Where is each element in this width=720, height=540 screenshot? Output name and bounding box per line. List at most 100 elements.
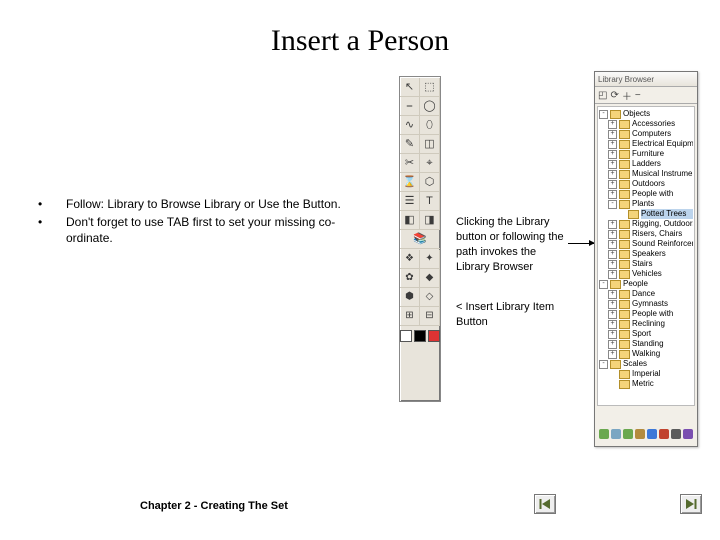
library-thumbnail[interactable]	[647, 429, 657, 439]
expand-icon[interactable]: +	[608, 170, 617, 179]
tree-node[interactable]: +Reclining	[599, 319, 693, 329]
tool-button[interactable]: ◧	[400, 211, 420, 230]
library-thumbnail[interactable]	[683, 429, 693, 439]
expand-icon[interactable]: +	[608, 220, 617, 229]
tree-node[interactable]: +Rigging, Outdoors	[599, 219, 693, 229]
tree-node[interactable]: -Plants	[599, 199, 693, 209]
tool-button[interactable]: ◯	[420, 97, 440, 116]
expand-icon[interactable]: +	[608, 350, 617, 359]
tool-button[interactable]: ⬚	[420, 78, 440, 97]
tree-node[interactable]: +Accessories	[599, 119, 693, 129]
toolbar-button[interactable]: ＋	[622, 88, 632, 103]
tree-node[interactable]: +Sound Reinforcement	[599, 239, 693, 249]
tree-node[interactable]: -Scales	[599, 359, 693, 369]
nav-next-button[interactable]	[680, 494, 702, 514]
tool-button[interactable]: ∿	[400, 116, 420, 135]
expand-icon[interactable]: +	[608, 150, 617, 159]
tree-node[interactable]: +Electrical Equipment	[599, 139, 693, 149]
tool-button[interactable]: ⬡	[420, 173, 440, 192]
tree-node[interactable]: -People	[599, 279, 693, 289]
expand-icon[interactable]: +	[608, 130, 617, 139]
folder-icon	[619, 320, 630, 329]
tree-node[interactable]: +People with	[599, 189, 693, 199]
caption-insert-button: < Insert Library Item Button	[456, 300, 581, 330]
expand-icon[interactable]: +	[608, 260, 617, 269]
expand-icon[interactable]: +	[608, 250, 617, 259]
tree-node[interactable]: +Speakers	[599, 249, 693, 259]
tool-button[interactable]: ⊟	[420, 307, 440, 326]
tree-node[interactable]: +Stairs	[599, 259, 693, 269]
swatch[interactable]	[400, 330, 412, 342]
expand-icon[interactable]: +	[608, 140, 617, 149]
nav-prev-button[interactable]	[534, 494, 556, 514]
tree-node[interactable]: +Dance	[599, 289, 693, 299]
tool-button[interactable]: ☰	[400, 192, 420, 211]
tool-button[interactable]: ⌖	[420, 154, 440, 173]
tool-button[interactable]: ✦	[420, 250, 440, 269]
insert-library-item-button[interactable]: 📚	[400, 230, 440, 249]
toolbar-button[interactable]: −	[635, 90, 641, 101]
library-thumbnail[interactable]	[599, 429, 609, 439]
expand-icon[interactable]: +	[608, 190, 617, 199]
tool-button[interactable]: ⌛	[400, 173, 420, 192]
tree-node[interactable]: +Musical Instruments	[599, 169, 693, 179]
swatch[interactable]	[414, 330, 426, 342]
tool-button[interactable]: ⊞	[400, 307, 420, 326]
tree-node[interactable]: +Outdoors	[599, 179, 693, 189]
tree-label: Imperial	[632, 369, 693, 379]
tool-button[interactable]: ✂	[400, 154, 420, 173]
tool-button[interactable]: ◇	[420, 288, 440, 307]
expand-icon[interactable]: +	[608, 230, 617, 239]
tree-node[interactable]: +Gymnasts	[599, 299, 693, 309]
tree-node[interactable]: Potted Trees	[599, 209, 693, 219]
tool-button[interactable]: ✎	[400, 135, 420, 154]
library-thumbnail[interactable]	[611, 429, 621, 439]
tree-node[interactable]: +Walking	[599, 349, 693, 359]
collapse-icon[interactable]: -	[599, 280, 608, 289]
tree-node[interactable]: Imperial	[599, 369, 693, 379]
tool-button[interactable]: ⎯	[400, 97, 420, 116]
tree-node[interactable]: +Sport	[599, 329, 693, 339]
tree-node[interactable]: +Ladders	[599, 159, 693, 169]
tree-node[interactable]: Metric	[599, 379, 693, 389]
tool-button[interactable]: ◫	[420, 135, 440, 154]
expand-icon[interactable]: +	[608, 180, 617, 189]
tool-button[interactable]: ◨	[420, 211, 440, 230]
toolbar-button[interactable]: ⟳	[610, 90, 618, 101]
tree-node[interactable]: +Risers, Chairs	[599, 229, 693, 239]
tree-node[interactable]: +Furniture	[599, 149, 693, 159]
expand-icon[interactable]: +	[608, 320, 617, 329]
library-thumbnail[interactable]	[623, 429, 633, 439]
expand-icon[interactable]: +	[608, 290, 617, 299]
expand-icon[interactable]: +	[608, 270, 617, 279]
tool-button[interactable]: ✿	[400, 269, 420, 288]
tree-node[interactable]: +Standing	[599, 339, 693, 349]
tree-node[interactable]: +Computers	[599, 129, 693, 139]
toolbar-button[interactable]: ◰	[598, 90, 607, 101]
collapse-icon[interactable]: -	[599, 360, 608, 369]
tool-button[interactable]: ⬢	[400, 288, 420, 307]
tool-button[interactable]: ↖	[400, 78, 420, 97]
tree-node[interactable]: +People with	[599, 309, 693, 319]
library-tree[interactable]: -Objects+Accessories+Computers+Electrica…	[597, 106, 695, 406]
library-thumbnail[interactable]	[671, 429, 681, 439]
tool-button[interactable]: ⬯	[420, 116, 440, 135]
tool-button[interactable]: ◆	[420, 269, 440, 288]
expand-icon[interactable]: +	[608, 240, 617, 249]
expand-icon[interactable]: +	[608, 310, 617, 319]
collapse-icon[interactable]: -	[599, 110, 608, 119]
expand-icon[interactable]: +	[608, 160, 617, 169]
library-thumbnail[interactable]	[659, 429, 669, 439]
tree-node[interactable]: +Vehicles	[599, 269, 693, 279]
expand-icon[interactable]: +	[608, 120, 617, 129]
tool-button[interactable]: ❖	[400, 250, 420, 269]
expand-icon[interactable]: +	[608, 340, 617, 349]
folder-icon	[628, 210, 639, 219]
library-thumbnail[interactable]	[635, 429, 645, 439]
tool-button[interactable]: T	[420, 192, 440, 211]
tree-node[interactable]: -Objects	[599, 109, 693, 119]
collapse-icon[interactable]: -	[608, 200, 617, 209]
expand-icon[interactable]: +	[608, 300, 617, 309]
swatch[interactable]	[428, 330, 440, 342]
expand-icon[interactable]: +	[608, 330, 617, 339]
